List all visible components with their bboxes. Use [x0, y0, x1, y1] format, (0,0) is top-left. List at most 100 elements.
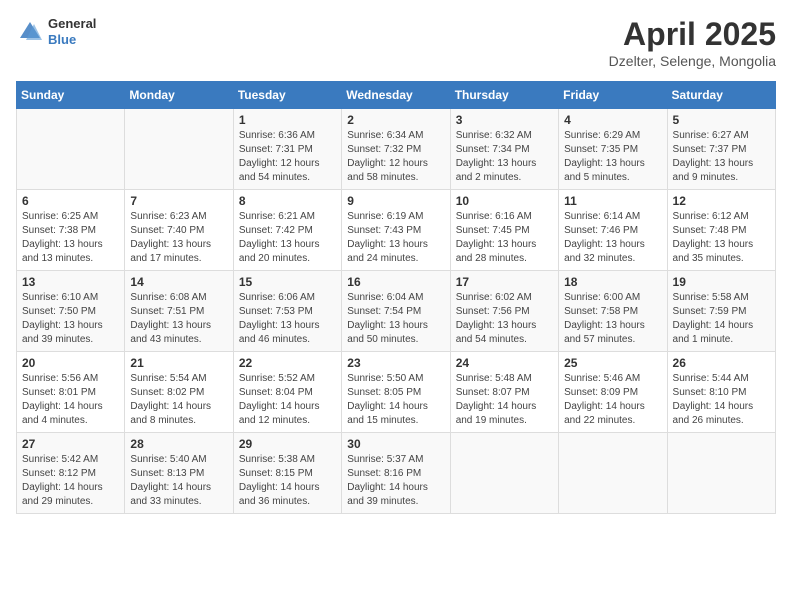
day-info: Sunrise: 6:08 AM Sunset: 7:51 PM Dayligh…	[130, 291, 227, 347]
calendar-cell: 9 Sunrise: 6:19 AM Sunset: 7:43 PM Daylig…	[342, 190, 450, 271]
day-number: 15	[239, 275, 336, 289]
calendar-cell: 2Sunrise: 6:34 AM Sunset: 7:32 PM Daylig…	[342, 109, 450, 190]
day-number: 27	[22, 437, 119, 451]
logo-icon	[16, 18, 44, 46]
day-info: Sunrise: 6:25 AM Sunset: 7:38 PM Dayligh…	[22, 210, 119, 266]
calendar-cell: 17 Sunrise: 6:02 AM Sunset: 7:56 PM Dayli…	[450, 271, 558, 352]
day-info: Sunrise: 5:40 AM Sunset: 8:13 PM Dayligh…	[130, 453, 227, 509]
day-info: Sunrise: 6:19 AM Sunset: 7:43 PM Dayligh…	[347, 210, 444, 266]
calendar-cell	[125, 109, 233, 190]
day-info: Sunrise: 6:27 AM Sunset: 7:37 PM Dayligh…	[673, 129, 770, 185]
page-title: April 2025	[609, 16, 776, 53]
day-number: 17	[456, 275, 553, 289]
weekday-header: Monday	[125, 82, 233, 109]
day-number: 11	[564, 194, 661, 208]
calendar-cell: 12Sunrise: 6:12 AM Sunset: 7:48 PM Dayli…	[667, 190, 775, 271]
calendar-cell: 27 Sunrise: 5:42 AM Sunset: 8:12 PM Dayli…	[17, 433, 125, 514]
calendar-cell: 14 Sunrise: 6:08 AM Sunset: 7:51 PM Dayli…	[125, 271, 233, 352]
calendar-cell	[17, 109, 125, 190]
day-info: Sunrise: 6:34 AM Sunset: 7:32 PM Dayligh…	[347, 129, 444, 185]
day-number: 12	[673, 194, 770, 208]
page-header: General Blue April 2025 Dzelter, Selenge…	[16, 16, 776, 69]
calendar-cell: 28Sunrise: 5:40 AM Sunset: 8:13 PM Dayli…	[125, 433, 233, 514]
day-info: Sunrise: 5:54 AM Sunset: 8:02 PM Dayligh…	[130, 372, 227, 428]
day-number: 20	[22, 356, 119, 370]
day-number: 10	[456, 194, 553, 208]
logo-line1: General	[48, 16, 96, 32]
day-info: Sunrise: 5:50 AM Sunset: 8:05 PM Dayligh…	[347, 372, 444, 428]
day-number: 6	[22, 194, 119, 208]
calendar-cell: 11Sunrise: 6:14 AM Sunset: 7:46 PM Dayli…	[559, 190, 667, 271]
calendar-cell: 10 Sunrise: 6:16 AM Sunset: 7:45 PM Dayli…	[450, 190, 558, 271]
calendar-cell: 25 Sunrise: 5:46 AM Sunset: 8:09 PM Dayli…	[559, 352, 667, 433]
calendar-cell: 20 Sunrise: 5:56 AM Sunset: 8:01 PM Dayli…	[17, 352, 125, 433]
page-subtitle: Dzelter, Selenge, Mongolia	[609, 53, 776, 69]
calendar-cell: 22 Sunrise: 5:52 AM Sunset: 8:04 PM Dayli…	[233, 352, 341, 433]
day-number: 16	[347, 275, 444, 289]
day-info: Sunrise: 6:06 AM Sunset: 7:53 PM Dayligh…	[239, 291, 336, 347]
weekday-header: Sunday	[17, 82, 125, 109]
day-number: 23	[347, 356, 444, 370]
weekday-header: Saturday	[667, 82, 775, 109]
day-info: Sunrise: 6:23 AM Sunset: 7:40 PM Dayligh…	[130, 210, 227, 266]
calendar-cell: 29Sunrise: 5:38 AM Sunset: 8:15 PM Dayli…	[233, 433, 341, 514]
day-number: 25	[564, 356, 661, 370]
calendar-cell: 26 Sunrise: 5:44 AM Sunset: 8:10 PM Dayli…	[667, 352, 775, 433]
day-number: 14	[130, 275, 227, 289]
day-number: 3	[456, 113, 553, 127]
logo-text: General Blue	[48, 16, 96, 47]
logo-line2: Blue	[48, 32, 96, 48]
calendar-cell: 21 Sunrise: 5:54 AM Sunset: 8:02 PM Dayli…	[125, 352, 233, 433]
day-info: Sunrise: 5:52 AM Sunset: 8:04 PM Dayligh…	[239, 372, 336, 428]
day-number: 21	[130, 356, 227, 370]
day-info: Sunrise: 5:46 AM Sunset: 8:09 PM Dayligh…	[564, 372, 661, 428]
day-number: 24	[456, 356, 553, 370]
day-number: 7	[130, 194, 227, 208]
calendar-cell: 8Sunrise: 6:21 AM Sunset: 7:42 PM Daylig…	[233, 190, 341, 271]
calendar-cell: 23 Sunrise: 5:50 AM Sunset: 8:05 PM Dayli…	[342, 352, 450, 433]
day-info: Sunrise: 6:32 AM Sunset: 7:34 PM Dayligh…	[456, 129, 553, 185]
calendar-cell: 18 Sunrise: 6:00 AM Sunset: 7:58 PM Dayli…	[559, 271, 667, 352]
day-number: 18	[564, 275, 661, 289]
day-number: 9	[347, 194, 444, 208]
calendar-cell: 30Sunrise: 5:37 AM Sunset: 8:16 PM Dayli…	[342, 433, 450, 514]
calendar-cell: 19 Sunrise: 5:58 AM Sunset: 7:59 PM Dayli…	[667, 271, 775, 352]
weekday-header: Thursday	[450, 82, 558, 109]
calendar-cell: 16 Sunrise: 6:04 AM Sunset: 7:54 PM Dayli…	[342, 271, 450, 352]
calendar-cell: 3 Sunrise: 6:32 AM Sunset: 7:34 PM Daylig…	[450, 109, 558, 190]
calendar-cell	[450, 433, 558, 514]
calendar-cell: 24 Sunrise: 5:48 AM Sunset: 8:07 PM Dayli…	[450, 352, 558, 433]
calendar-cell: 15 Sunrise: 6:06 AM Sunset: 7:53 PM Dayli…	[233, 271, 341, 352]
day-info: Sunrise: 6:04 AM Sunset: 7:54 PM Dayligh…	[347, 291, 444, 347]
day-info: Sunrise: 5:44 AM Sunset: 8:10 PM Dayligh…	[673, 372, 770, 428]
day-number: 1	[239, 113, 336, 127]
day-number: 22	[239, 356, 336, 370]
day-number: 19	[673, 275, 770, 289]
day-info: Sunrise: 5:48 AM Sunset: 8:07 PM Dayligh…	[456, 372, 553, 428]
calendar-cell	[667, 433, 775, 514]
day-info: Sunrise: 6:02 AM Sunset: 7:56 PM Dayligh…	[456, 291, 553, 347]
day-number: 29	[239, 437, 336, 451]
day-info: Sunrise: 5:37 AM Sunset: 8:16 PM Dayligh…	[347, 453, 444, 509]
calendar-cell	[559, 433, 667, 514]
day-number: 5	[673, 113, 770, 127]
day-info: Sunrise: 5:56 AM Sunset: 8:01 PM Dayligh…	[22, 372, 119, 428]
day-number: 13	[22, 275, 119, 289]
day-info: Sunrise: 6:00 AM Sunset: 7:58 PM Dayligh…	[564, 291, 661, 347]
day-info: Sunrise: 5:42 AM Sunset: 8:12 PM Dayligh…	[22, 453, 119, 509]
weekday-header: Friday	[559, 82, 667, 109]
day-info: Sunrise: 6:36 AM Sunset: 7:31 PM Dayligh…	[239, 129, 336, 185]
calendar-cell: 5 Sunrise: 6:27 AM Sunset: 7:37 PM Daylig…	[667, 109, 775, 190]
calendar-cell: 1 Sunrise: 6:36 AM Sunset: 7:31 PM Daylig…	[233, 109, 341, 190]
calendar-cell: 6 Sunrise: 6:25 AM Sunset: 7:38 PM Daylig…	[17, 190, 125, 271]
day-info: Sunrise: 6:29 AM Sunset: 7:35 PM Dayligh…	[564, 129, 661, 185]
day-info: Sunrise: 6:10 AM Sunset: 7:50 PM Dayligh…	[22, 291, 119, 347]
day-number: 26	[673, 356, 770, 370]
day-info: Sunrise: 6:16 AM Sunset: 7:45 PM Dayligh…	[456, 210, 553, 266]
title-block: April 2025 Dzelter, Selenge, Mongolia	[609, 16, 776, 69]
logo: General Blue	[16, 16, 96, 47]
day-number: 8	[239, 194, 336, 208]
weekday-header: Wednesday	[342, 82, 450, 109]
weekday-header: Tuesday	[233, 82, 341, 109]
day-info: Sunrise: 5:58 AM Sunset: 7:59 PM Dayligh…	[673, 291, 770, 347]
